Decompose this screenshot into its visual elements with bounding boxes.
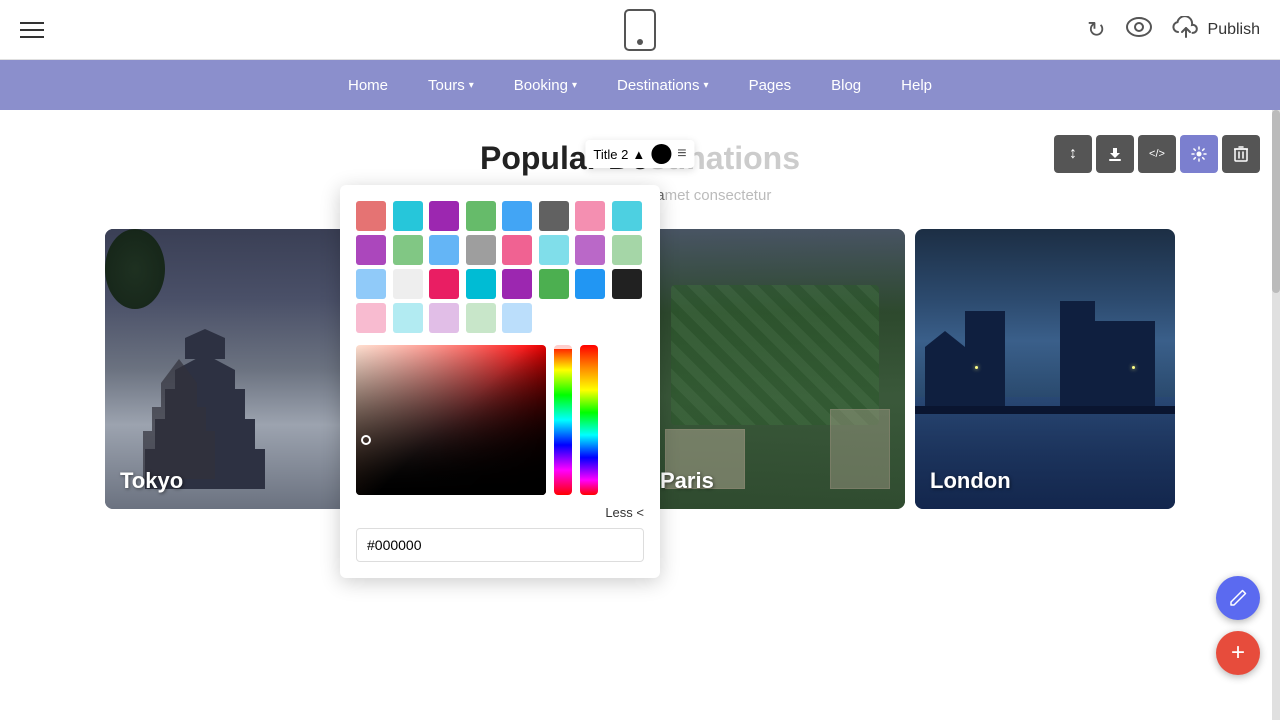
title-toolbar: Title 2 ▲ ≡ [585, 140, 694, 168]
paris-bg [645, 229, 905, 509]
publish-button[interactable]: Publish [1172, 16, 1260, 44]
hex-input-row [356, 528, 644, 562]
nav-tours[interactable]: Tours ▾ [428, 72, 474, 99]
top-toolbar: ↺ Publish [0, 0, 1280, 60]
color-swatch[interactable] [612, 201, 642, 231]
london-label: London [930, 468, 1011, 494]
ft-move-button[interactable]: ↕ [1054, 135, 1092, 173]
nav-pages[interactable]: Pages [749, 72, 792, 99]
rainbow-bar[interactable] [580, 345, 598, 495]
main-content: ↕ </> Titl [0, 110, 1280, 720]
color-swatch[interactable] [356, 303, 386, 333]
fab-edit-button[interactable] [1216, 576, 1260, 620]
fab-add-button[interactable]: + [1216, 631, 1260, 675]
color-swatch-black[interactable] [651, 144, 671, 164]
color-swatch[interactable] [466, 303, 496, 333]
color-swatch[interactable] [612, 235, 642, 265]
text-align-icon[interactable]: ≡ [677, 145, 686, 163]
city-card-london[interactable]: London [915, 229, 1175, 509]
color-swatch[interactable] [393, 269, 423, 299]
floating-toolbar: ↕ </> [1054, 135, 1260, 173]
title-style-label: Title 2 [593, 147, 628, 162]
color-swatch[interactable] [575, 269, 605, 299]
ft-download-button[interactable] [1096, 135, 1134, 173]
nav-booking[interactable]: Booking ▾ [514, 72, 577, 99]
hex-input[interactable] [356, 528, 644, 562]
fab-add-icon: + [1231, 639, 1245, 667]
nav-home[interactable]: Home [348, 72, 388, 99]
color-swatch[interactable] [393, 235, 423, 265]
hue-cursor [552, 345, 574, 349]
gradient-cursor[interactable] [361, 435, 371, 445]
paris-label: Paris [660, 468, 714, 494]
tokyo-bg [105, 229, 365, 509]
color-swatch[interactable] [612, 269, 642, 299]
hamburger-icon[interactable] [20, 22, 44, 38]
tokyo-label: Tokyo [120, 468, 183, 494]
color-swatch[interactable] [575, 201, 605, 231]
ft-delete-button[interactable] [1222, 135, 1260, 173]
nav-destinations[interactable]: Destinations ▾ [617, 72, 709, 99]
city-card-paris[interactable]: Paris [645, 229, 905, 509]
hue-bar[interactable] [554, 345, 572, 495]
picker-main [356, 345, 644, 495]
ft-code-button[interactable]: </> [1138, 135, 1176, 173]
title-style-select[interactable]: Title 2 ▲ [593, 147, 645, 162]
color-gradient-area[interactable] [356, 345, 546, 495]
color-swatch[interactable] [429, 201, 459, 231]
color-swatch[interactable] [356, 235, 386, 265]
color-swatch[interactable] [502, 201, 532, 231]
color-swatch[interactable] [539, 303, 569, 333]
publish-label: Publish [1208, 21, 1260, 39]
mobile-preview-icon[interactable] [624, 9, 656, 51]
color-swatch[interactable] [466, 269, 496, 299]
ft-settings-button[interactable] [1180, 135, 1218, 173]
cloud-upload-icon [1172, 16, 1200, 44]
tours-caret: ▾ [469, 80, 474, 91]
scrollbar[interactable] [1272, 110, 1280, 720]
toolbar-left [20, 22, 44, 38]
color-swatch[interactable] [502, 303, 532, 333]
color-swatch[interactable] [502, 235, 532, 265]
nav-help[interactable]: Help [901, 72, 932, 99]
scrollbar-thumb [1272, 110, 1280, 293]
color-swatch[interactable] [429, 269, 459, 299]
color-swatch[interactable] [539, 269, 569, 299]
nav-bar: Home Tours ▾ Booking ▾ Destinations ▾ Pa… [0, 60, 1280, 110]
london-bg [915, 229, 1175, 509]
title-style-caret: ▲ [632, 147, 645, 162]
city-card-tokyo[interactable]: Tokyo [105, 229, 365, 509]
undo-icon[interactable]: ↺ [1087, 17, 1105, 43]
destinations-caret: ▾ [704, 80, 709, 91]
color-swatch[interactable] [393, 201, 423, 231]
color-swatch[interactable] [429, 303, 459, 333]
color-swatch[interactable] [502, 269, 532, 299]
color-swatch[interactable] [356, 201, 386, 231]
color-swatches [356, 201, 644, 333]
toolbar-center [624, 9, 656, 51]
color-picker-popup: Less < [340, 185, 660, 578]
color-swatch[interactable] [539, 235, 569, 265]
color-swatch[interactable] [393, 303, 423, 333]
less-button[interactable]: Less < [605, 505, 644, 520]
eye-icon[interactable] [1126, 17, 1152, 43]
color-swatch[interactable] [539, 201, 569, 231]
toolbar-right: ↺ Publish [1087, 16, 1260, 44]
color-swatch[interactable] [466, 201, 496, 231]
color-swatch[interactable] [429, 235, 459, 265]
color-swatch[interactable] [356, 269, 386, 299]
color-swatch[interactable] [575, 235, 605, 265]
booking-caret: ▾ [572, 80, 577, 91]
nav-blog[interactable]: Blog [831, 72, 861, 99]
color-swatch[interactable] [466, 235, 496, 265]
